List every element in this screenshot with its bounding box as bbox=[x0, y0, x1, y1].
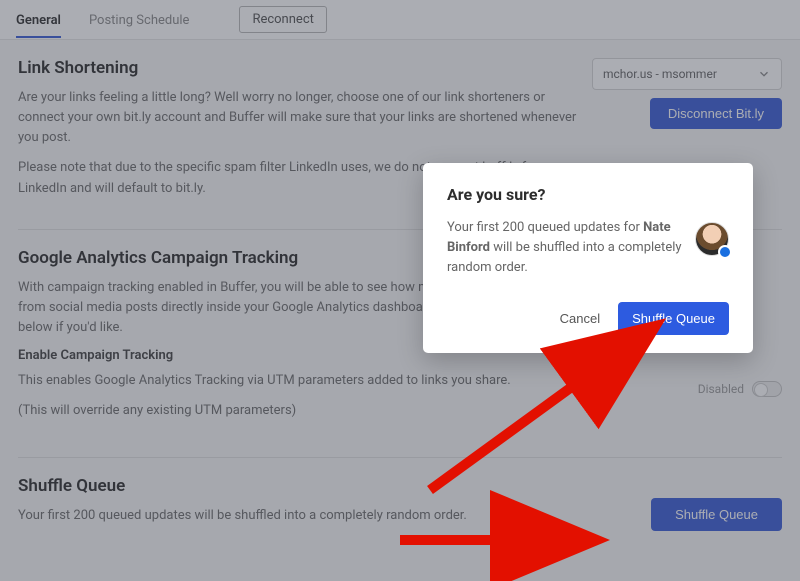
avatar bbox=[695, 222, 729, 256]
dialog-message: Your first 200 queued updates for Nate B… bbox=[447, 218, 683, 278]
shuffle-queue-confirm-button[interactable]: Shuffle Queue bbox=[618, 302, 729, 335]
dialog-title: Are you sure? bbox=[447, 185, 729, 204]
confirm-dialog: Are you sure? Your first 200 queued upda… bbox=[423, 163, 753, 353]
settings-page: General Posting Schedule Reconnect Link … bbox=[0, 0, 800, 581]
cancel-button[interactable]: Cancel bbox=[560, 311, 600, 326]
linkedin-badge-icon bbox=[718, 245, 732, 259]
